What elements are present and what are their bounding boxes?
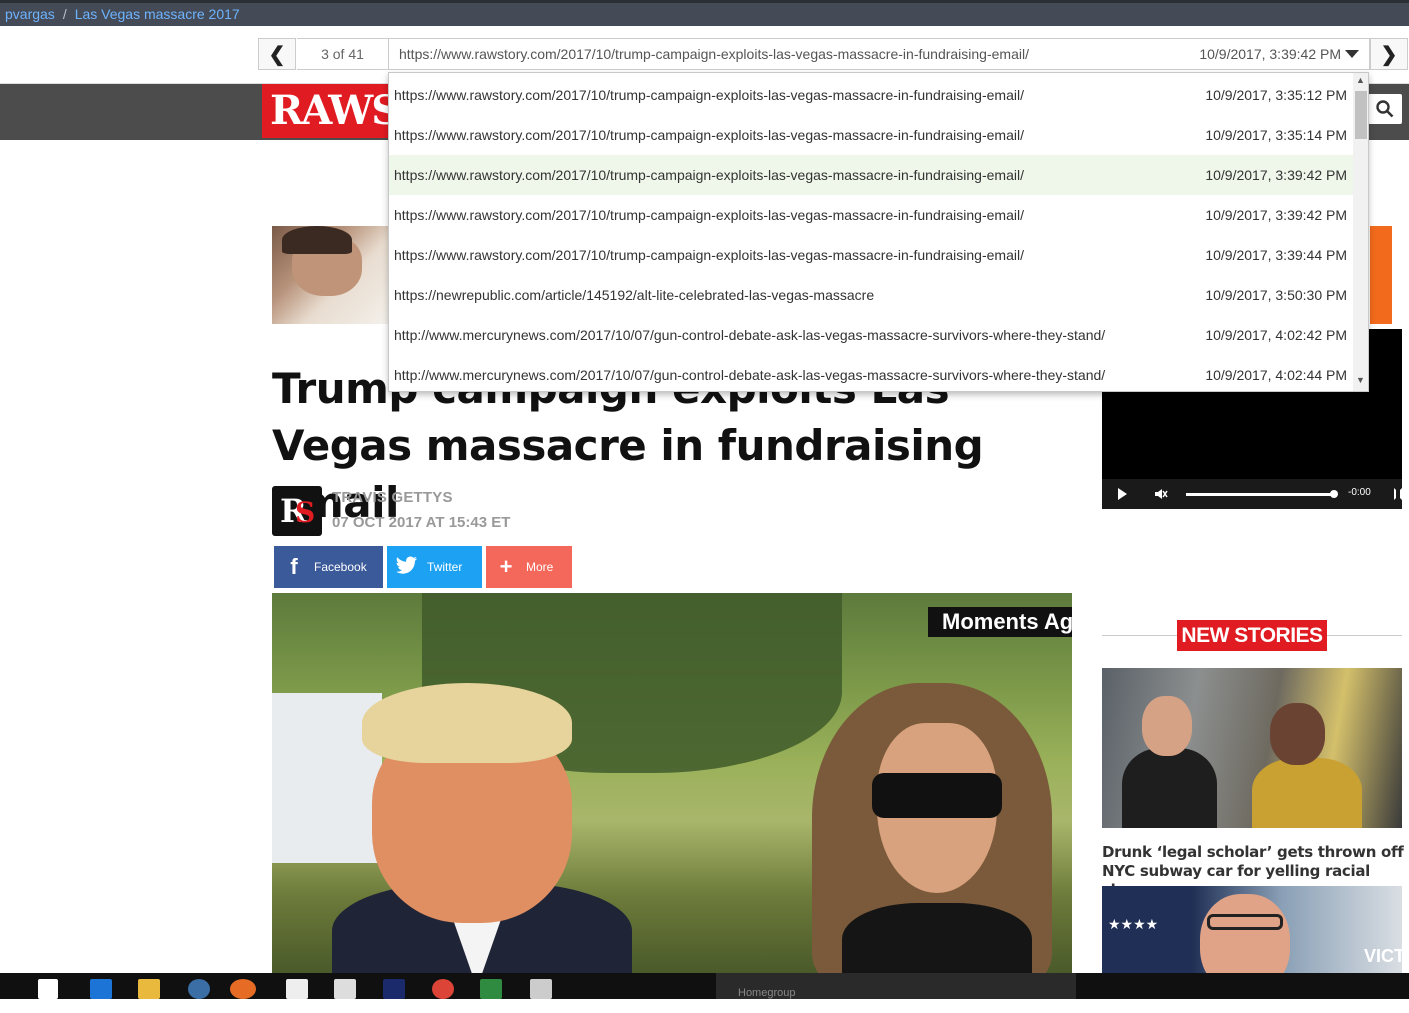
ad-banner[interactable]	[1370, 226, 1392, 324]
capture-option-url: http://www.mercurynews.com/2017/10/07/gu…	[394, 327, 1106, 343]
prev-button[interactable]: ❮	[258, 38, 296, 70]
author-avatar-s: S	[295, 496, 316, 529]
twitter-bird-icon	[387, 554, 427, 580]
capture-option[interactable]: http://www.mercurynews.com/2017/10/07/gu…	[389, 355, 1353, 391]
capture-counter: 3 of 41	[297, 38, 389, 70]
story2-image[interactable]: ★★★★ VICT	[1102, 886, 1402, 976]
mail-icon[interactable]	[286, 979, 308, 999]
story1-person-body	[1122, 748, 1217, 828]
site-logo[interactable]: RAWS	[262, 84, 392, 138]
excel-icon[interactable]	[480, 979, 502, 999]
share-more-button[interactable]: + More	[486, 546, 572, 588]
image-caption-badge: Moments Ag	[928, 607, 1072, 637]
capture-option-url: https://www.rawstory.com/2017/10/trump-c…	[394, 127, 1024, 143]
thunderbird-icon[interactable]	[188, 979, 210, 999]
mute-icon[interactable]	[1154, 487, 1168, 501]
capture-option[interactable]: https://www.rawstory.com/2017/10/trump-c…	[389, 115, 1353, 155]
capture-option-time: 10/9/2017, 3:39:44 PM	[1205, 247, 1347, 263]
capture-option-time: 10/9/2017, 3:39:42 PM	[1205, 207, 1347, 223]
capture-option[interactable]: https://www.rawstory.com/2017/10/trump-c…	[389, 75, 1353, 115]
search-icon	[1376, 100, 1394, 118]
photoshop-icon[interactable]	[383, 979, 405, 999]
chevron-right-icon: ❯	[1380, 43, 1398, 66]
share-facebook-label: Facebook	[314, 560, 367, 574]
capture-option-time: 10/9/2017, 3:39:42 PM	[1205, 167, 1347, 183]
capture-option-time: 10/9/2017, 3:35:14 PM	[1205, 127, 1347, 143]
story1-person2-body	[1252, 758, 1362, 828]
capture-option-time: 10/9/2017, 4:02:44 PM	[1205, 367, 1347, 383]
windows-start-icon[interactable]	[38, 979, 58, 999]
image-person-right	[812, 683, 1052, 973]
breadcrumb: pvargas / Las Vegas massacre 2017	[0, 0, 1409, 26]
capture-option-url: https://www.rawstory.com/2017/10/trump-c…	[394, 87, 1024, 103]
capture-option[interactable]: http://www.mercurynews.com/2017/10/07/gu…	[389, 315, 1353, 355]
author-avatar: R S	[272, 486, 322, 536]
firefox-icon[interactable]	[230, 979, 256, 999]
fx-icon[interactable]	[334, 979, 356, 999]
story2-sign-text: VICT	[1364, 946, 1402, 966]
edge-icon[interactable]	[90, 979, 112, 999]
capture-option[interactable]: https://www.rawstory.com/2017/10/trump-c…	[389, 195, 1353, 235]
article-main-image[interactable]: Moments Ag	[272, 593, 1072, 973]
article-date: 07 OCT 2017 AT 15:43 ET	[332, 514, 511, 531]
scroll-down-icon[interactable]: ▼	[1356, 375, 1365, 385]
capture-option[interactable]: https://www.rawstory.com/2017/10/trump-c…	[389, 155, 1353, 195]
play-icon[interactable]	[1118, 488, 1127, 500]
capture-option-time: 10/9/2017, 3:35:12 PM	[1205, 87, 1347, 103]
chrome-icon[interactable]	[432, 979, 454, 999]
capture-select[interactable]: https://www.rawstory.com/2017/10/trump-c…	[388, 38, 1370, 70]
image-person-left	[332, 683, 632, 973]
story1-person2-face	[1270, 703, 1325, 765]
breadcrumb-collection-link[interactable]: Las Vegas massacre 2017	[75, 6, 240, 22]
thumbnail-hair	[282, 226, 352, 254]
current-url: https://www.rawstory.com/2017/10/trump-c…	[399, 46, 1029, 62]
video-progress-knob[interactable]	[1330, 490, 1338, 498]
next-button[interactable]: ❯	[1370, 38, 1408, 70]
fullscreen-icon[interactable]	[1394, 488, 1402, 500]
image-viewer-icon[interactable]	[530, 979, 552, 999]
plus-icon: +	[499, 554, 513, 579]
current-timestamp: 10/9/2017, 3:39:42 PM	[1199, 46, 1341, 62]
facebook-icon: f	[290, 554, 298, 579]
capture-option-time: 10/9/2017, 4:02:42 PM	[1205, 327, 1347, 343]
capture-option-url: https://www.rawstory.com/2017/10/trump-c…	[394, 207, 1024, 223]
scrollbar-thumb[interactable]	[1355, 91, 1367, 139]
capture-dropdown-list[interactable]: https://www.rawstory.com/2017/10/trump-c…	[388, 72, 1369, 392]
new-stories-heading: NEW STORIES	[1177, 620, 1327, 651]
capture-option-time: 10/9/2017, 3:50:30 PM	[1205, 287, 1347, 303]
caret-down-icon[interactable]	[1345, 50, 1359, 58]
image-hair-left	[362, 683, 572, 763]
capture-option-url: http://www.mercurynews.com/2017/10/07/gu…	[394, 367, 1106, 383]
capture-option[interactable]: https://newrepublic.com/article/145192/a…	[389, 275, 1353, 315]
breadcrumb-separator: /	[62, 6, 67, 22]
file-explorer-icon[interactable]	[138, 979, 160, 999]
article-author[interactable]: TRAVIS GETTYS	[332, 489, 453, 506]
image-top-right	[842, 903, 1032, 973]
capture-option-url: https://newrepublic.com/article/145192/a…	[394, 287, 875, 303]
ad-thumbnail[interactable]	[272, 226, 390, 324]
homegroup-label: Homegroup	[716, 973, 1076, 999]
video-time: -0:00	[1348, 487, 1371, 498]
story2-face	[1200, 894, 1290, 976]
capture-option-url: https://www.rawstory.com/2017/10/trump-c…	[394, 167, 1024, 183]
share-twitter-button[interactable]: Twitter	[387, 546, 482, 588]
share-more-label: More	[526, 560, 554, 574]
capture-option-url: https://www.rawstory.com/2017/10/trump-c…	[394, 247, 1024, 263]
image-sunglasses	[872, 773, 1002, 818]
story2-glasses	[1207, 914, 1283, 930]
dropdown-scrollbar[interactable]: ▲ ▼	[1353, 73, 1368, 391]
capture-option[interactable]: https://www.rawstory.com/2017/10/trump-c…	[389, 235, 1353, 275]
share-facebook-button[interactable]: f Facebook	[274, 546, 383, 588]
search-button[interactable]	[1368, 94, 1402, 124]
share-twitter-label: Twitter	[427, 560, 463, 574]
video-controls: -0:00	[1102, 479, 1402, 509]
flag-stars-icon: ★★★★	[1108, 916, 1159, 932]
story1-image[interactable]	[1102, 668, 1402, 828]
chevron-left-icon: ❮	[268, 43, 286, 66]
video-progress-track[interactable]	[1186, 493, 1336, 496]
story1-person-face	[1142, 696, 1192, 756]
breadcrumb-user-link[interactable]: pvargas	[5, 6, 55, 22]
scroll-up-icon[interactable]: ▲	[1356, 75, 1365, 85]
windows-taskbar: Homegroup	[0, 973, 1409, 999]
